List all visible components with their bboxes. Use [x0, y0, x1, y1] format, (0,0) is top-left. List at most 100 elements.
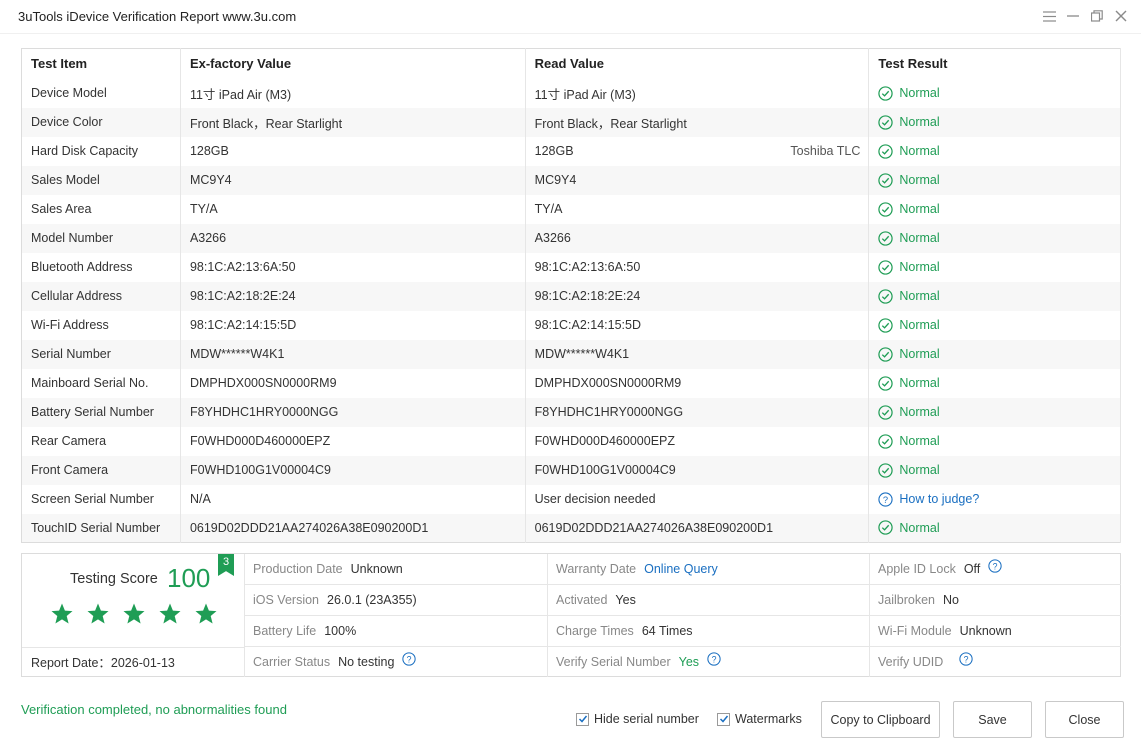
- help-icon[interactable]: ?: [988, 554, 1002, 585]
- table-row: Device Model 11寸 iPad Air (M3) 11寸 iPad Ai…: [21, 78, 1121, 108]
- row-test-item: Front Camera: [21, 455, 181, 485]
- close-icon[interactable]: [1113, 7, 1129, 25]
- row-test-item: Serial Number: [21, 339, 181, 369]
- row-read-value-cell: 98:1C:A2:14:15:5D: [525, 310, 870, 340]
- report-date-label: Report Date：: [31, 656, 111, 670]
- result-status[interactable]: ? How to judge?: [878, 491, 1120, 507]
- table-row: Rear Camera F0WHD000D460000EPZ F0WHD000D46…: [21, 426, 1121, 456]
- verify-serial-number: Verify Serial Number Yes ?: [556, 647, 721, 678]
- row-read-value: F0WHD100G1V00004C9: [534, 463, 676, 477]
- jailbroken: Jailbroken No: [878, 585, 959, 616]
- row-test-item: Screen Serial Number: [21, 484, 181, 514]
- checkmark-icon: [719, 715, 728, 723]
- window-controls: [1041, 7, 1129, 25]
- row-ex-factory-value: MC9Y4: [180, 165, 526, 195]
- table-row: Device Color Front Black，Rear Starlight Fr…: [21, 107, 1121, 137]
- row-read-value-cell: DMPHDX000SN0000RM9: [525, 368, 870, 398]
- result-status: Normal: [878, 172, 1120, 188]
- apple-id-lock: Apple ID Lock Off ?: [878, 554, 1002, 585]
- check-circle-icon: [878, 259, 894, 275]
- row-ex-factory-value: F8YHDHC1HRY0000NGG: [180, 397, 526, 427]
- row-read-value-cell: A3266: [525, 223, 870, 253]
- checkbox-box[interactable]: [717, 712, 730, 726]
- copy-to-clipboard-button[interactable]: Copy to Clipboard: [821, 701, 940, 738]
- wifi-module-value: Unknown: [959, 624, 1012, 638]
- close-button[interactable]: Close: [1045, 701, 1124, 738]
- row-ex-factory-value: 98:1C:A2:18:2E:24: [180, 281, 526, 311]
- row-test-item: TouchID Serial Number: [21, 513, 181, 543]
- result-status: Normal: [878, 201, 1120, 217]
- row-test-item: Mainboard Serial No.: [21, 368, 181, 398]
- row-read-value: MDW******W4K1: [534, 347, 630, 361]
- table-row: Mainboard Serial No. DMPHDX000SN0000RM9 DM…: [21, 368, 1121, 398]
- row-ex-factory-value: F0WHD100G1V00004C9: [180, 455, 526, 485]
- score-stars: [50, 602, 218, 626]
- hide-serial-checkbox[interactable]: Hide serial number: [576, 712, 699, 726]
- jailbroken-label: Jailbroken: [878, 593, 935, 607]
- check-circle-icon: [878, 346, 894, 362]
- result-text: Normal: [899, 376, 940, 390]
- row-test-item: Device Model: [21, 78, 181, 108]
- row-ex-factory-value: Front Black，Rear Starlight: [180, 107, 526, 137]
- table-row: TouchID Serial Number 0619D02DDD21AA27402…: [21, 513, 1121, 543]
- help-icon[interactable]: ?: [402, 647, 417, 678]
- row-read-value: MC9Y4: [534, 173, 577, 187]
- verification-table: Test Item Ex-factory Value Read Value Te…: [21, 48, 1121, 543]
- row-test-result: Normal: [868, 78, 1121, 108]
- row-ex-factory-value: 0619D02DDD21AA274026A38E090200D1: [180, 513, 526, 543]
- carrier-status: Carrier Status No testing ?: [253, 647, 417, 678]
- row-read-value: 98:1C:A2:14:15:5D: [534, 318, 641, 332]
- save-button[interactable]: Save: [953, 701, 1032, 738]
- row-read-value-cell: MC9Y4: [525, 165, 870, 195]
- result-text: Normal: [899, 115, 940, 129]
- row-test-item: Battery Serial Number: [21, 397, 181, 427]
- table-row: Bluetooth Address 98:1C:A2:13:6A:50 98:1C:…: [21, 252, 1121, 282]
- row-test-result: Normal: [868, 107, 1121, 137]
- star-icon: [195, 603, 217, 624]
- table-row: Sales Area TY/A TY/A Normal: [21, 194, 1121, 224]
- row-ex-factory-value: 11寸 iPad Air (M3): [180, 78, 526, 108]
- result-text: Normal: [899, 463, 940, 477]
- apple-id-lock-value: Off: [963, 562, 981, 576]
- check-circle-icon: [878, 230, 894, 246]
- watermarks-checkbox[interactable]: Watermarks: [717, 712, 802, 726]
- check-circle-icon: [878, 375, 894, 391]
- checkbox-box[interactable]: [576, 712, 589, 726]
- result-text: Normal: [899, 202, 940, 216]
- result-status: Normal: [878, 288, 1120, 304]
- row-test-item: Cellular Address: [21, 281, 181, 311]
- production-date-value: Unknown: [350, 562, 403, 576]
- row-read-value-cell: 98:1C:A2:18:2E:24: [525, 281, 870, 311]
- row-read-value-cell: F0WHD000D460000EPZ: [525, 426, 870, 456]
- score-badge: 3: [218, 554, 234, 576]
- charge-times-value: 64 Times: [641, 624, 693, 638]
- svg-text:?: ?: [964, 654, 969, 664]
- ios-version-label: iOS Version: [253, 593, 320, 607]
- apple-id-lock-label: Apple ID Lock: [878, 562, 956, 576]
- star-icon: [87, 603, 109, 624]
- star-icon: [159, 603, 181, 624]
- verify-udid: Verify UDID ?: [878, 647, 973, 678]
- warranty-date: Warranty Date Online Query: [556, 554, 718, 585]
- carrier-status-label: Carrier Status: [253, 655, 331, 669]
- result-status: Normal: [878, 433, 1120, 449]
- row-test-result[interactable]: ? How to judge?: [868, 484, 1121, 514]
- help-icon[interactable]: ?: [707, 647, 721, 678]
- warranty-online-query-link[interactable]: Online Query: [644, 554, 718, 585]
- table-row: Cellular Address 98:1C:A2:18:2E:24 98:1C:A…: [21, 281, 1121, 311]
- row-read-value: F0WHD000D460000EPZ: [534, 434, 676, 448]
- check-circle-icon: [878, 404, 894, 420]
- minimize-icon[interactable]: [1065, 7, 1081, 25]
- help-icon[interactable]: ?: [959, 647, 973, 678]
- table-row: Hard Disk Capacity 128GB 128GB Toshiba TLC N…: [21, 136, 1121, 166]
- result-text: Normal: [899, 260, 940, 274]
- row-test-result: Normal: [868, 165, 1121, 195]
- row-ex-factory-value: 128GB: [180, 136, 526, 166]
- how-to-judge-link[interactable]: How to judge?: [899, 492, 979, 506]
- check-circle-icon: [878, 288, 894, 304]
- wifi-module: Wi-Fi Module Unknown: [878, 616, 1012, 647]
- restore-icon[interactable]: [1089, 7, 1105, 25]
- svg-text:?: ?: [407, 654, 412, 664]
- carrier-status-value: No testing: [338, 655, 395, 669]
- menu-icon[interactable]: [1041, 7, 1057, 25]
